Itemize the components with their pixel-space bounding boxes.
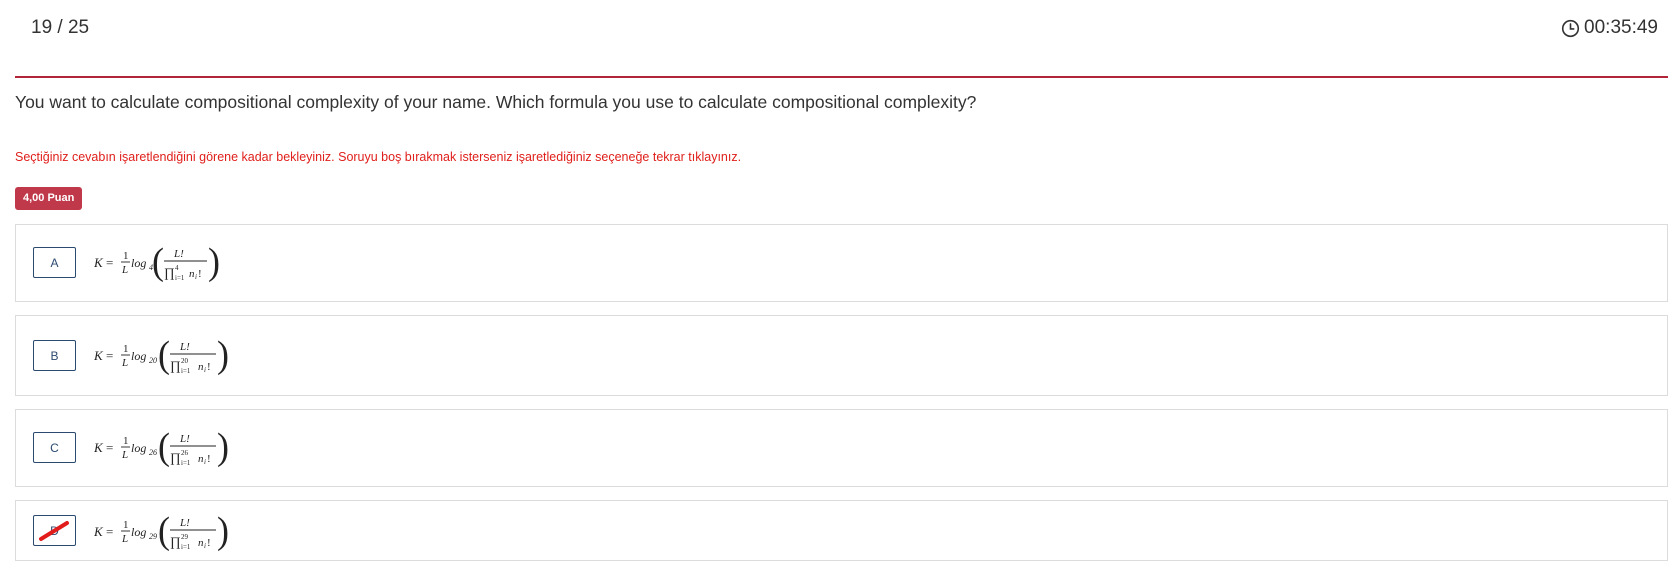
formula-equals: = bbox=[106, 440, 113, 455]
formula-product: ∏ bbox=[170, 534, 181, 549]
formula-equals: = bbox=[106, 524, 113, 539]
formula-one: 1 bbox=[123, 519, 129, 531]
formula-product-upper: 29 bbox=[181, 533, 189, 541]
formula-l: L bbox=[121, 357, 128, 369]
formula-numerator: L! bbox=[179, 433, 190, 445]
formula-right-paren: ) bbox=[208, 240, 220, 283]
option-c[interactable]: C K = 1 Llog 26(L! ∏ 26 i=1 n i!) bbox=[15, 409, 1668, 487]
formula-one: 1 bbox=[123, 343, 129, 355]
formula-left-paren: ( bbox=[158, 333, 170, 376]
formula-product: ∏ bbox=[164, 265, 175, 280]
formula-k: K bbox=[94, 255, 104, 270]
formula-product-upper: 26 bbox=[181, 449, 189, 457]
timer-value: 00:35:49 bbox=[1584, 17, 1658, 38]
formula: K = 1L log 20(L!∏ 20i=1 n i!) bbox=[94, 333, 229, 376]
timer: 00:35:49 bbox=[1561, 17, 1658, 39]
question-text: You want to calculate compositional comp… bbox=[15, 92, 977, 112]
formula-log: log bbox=[131, 525, 146, 539]
option-letter-box[interactable]: A bbox=[33, 247, 76, 278]
formula-right-paren: ) bbox=[217, 509, 229, 552]
formula-log: log bbox=[131, 441, 146, 455]
formula-log-base: 26 bbox=[149, 448, 157, 457]
formula-factorial: ! bbox=[207, 537, 211, 549]
formula-k: K bbox=[94, 524, 104, 539]
option-a[interactable]: A K = 1 Llog 4(L! ∏ 4 i=1 n i!) bbox=[15, 224, 1668, 302]
formula-one: 1 bbox=[123, 250, 129, 262]
top-bar: 19 / 25 00:35:49 bbox=[15, 0, 1668, 78]
formula-left-paren: ( bbox=[158, 509, 170, 552]
formula-factorial: ! bbox=[207, 453, 211, 465]
formula-log-base: 20 bbox=[149, 356, 157, 365]
formula-product-lower: i=1 bbox=[181, 543, 191, 551]
option-b[interactable]: B K = 1 Llog 20(L! ∏ 20 i=1 n i!) bbox=[15, 315, 1668, 396]
formula-log-base: 29 bbox=[149, 532, 157, 541]
formula-equals: = bbox=[106, 255, 113, 270]
formula-l: L bbox=[121, 533, 128, 545]
option-letter: A bbox=[50, 255, 59, 270]
option-letter: B bbox=[50, 348, 59, 363]
formula-equals: = bbox=[106, 348, 113, 363]
option-letter: C bbox=[50, 440, 59, 455]
formula-product-upper: 4 bbox=[175, 264, 179, 272]
formula-numerator: L! bbox=[179, 341, 190, 353]
formula-log: log bbox=[131, 256, 146, 270]
formula: K = 1L log 29(L!∏ 29i=1 n i!) bbox=[94, 509, 229, 552]
formula-factorial: ! bbox=[207, 361, 211, 373]
formula-product: ∏ bbox=[170, 358, 181, 373]
clock-icon bbox=[1561, 19, 1580, 38]
formula-l: L bbox=[121, 449, 128, 461]
formula-product-lower: i=1 bbox=[181, 459, 191, 467]
formula-product-upper: 20 bbox=[181, 357, 189, 365]
warning-text: Seçtiğiniz cevabın işaretlendiğini gören… bbox=[15, 150, 742, 164]
formula-factorial: ! bbox=[198, 268, 202, 280]
formula-ni-sub: i bbox=[204, 458, 206, 466]
formula: K = 1L log 26(L!∏ 26i=1 n i!) bbox=[94, 425, 229, 468]
option-letter-box[interactable]: D bbox=[33, 515, 76, 546]
points-badge: 4,00 Puan bbox=[15, 187, 83, 210]
formula-k: K bbox=[94, 440, 104, 455]
formula-ni-sub: i bbox=[204, 366, 206, 374]
formula-l: L bbox=[121, 264, 128, 276]
question-counter: 19 / 25 bbox=[31, 17, 90, 38]
formula-one: 1 bbox=[123, 435, 129, 447]
formula-product-lower: i=1 bbox=[181, 367, 191, 375]
formula-k: K bbox=[94, 348, 104, 363]
formula-numerator: L! bbox=[179, 517, 190, 529]
formula-product-lower: i=1 bbox=[175, 274, 185, 282]
formula-left-paren: ( bbox=[158, 425, 170, 468]
formula-right-paren: ) bbox=[217, 425, 229, 468]
formula-left-paren: ( bbox=[152, 240, 164, 283]
formula-right-paren: ) bbox=[217, 333, 229, 376]
formula-ni-sub: i bbox=[204, 542, 206, 550]
option-letter-box[interactable]: C bbox=[33, 432, 76, 463]
option-letter-box[interactable]: B bbox=[33, 340, 76, 371]
formula-ni-sub: i bbox=[195, 273, 197, 281]
formula-log: log bbox=[131, 349, 146, 363]
formula-numerator: L! bbox=[173, 248, 184, 260]
strikethrough-mark bbox=[39, 521, 69, 541]
formula-product: ∏ bbox=[170, 450, 181, 465]
formula: K = 1L log 4(L!∏ 4i=1 n i!) bbox=[94, 240, 220, 283]
option-d[interactable]: DK=1Llog29(L!∏29i=1ni!) bbox=[15, 500, 1668, 561]
